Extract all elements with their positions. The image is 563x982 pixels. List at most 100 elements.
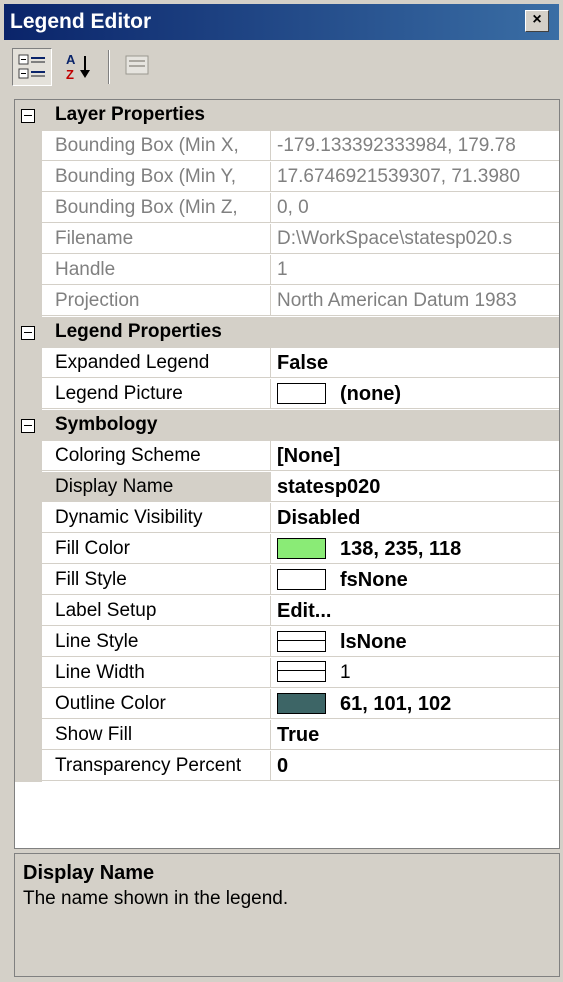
property-value[interactable]: True xyxy=(271,720,559,750)
property-value[interactable]: 0 xyxy=(271,751,559,781)
property-name[interactable]: Label Setup xyxy=(42,596,271,626)
property-row-display-name[interactable]: Display Name statesp020 xyxy=(15,472,559,503)
property-name[interactable]: Filename xyxy=(42,224,271,254)
property-name[interactable]: Bounding Box (Min X, xyxy=(42,131,271,161)
grid-empty-area xyxy=(15,782,559,804)
property-pages-icon xyxy=(125,55,149,75)
property-row-legend-picture[interactable]: Legend Picture (none) xyxy=(15,379,559,410)
property-row-expanded-legend[interactable]: Expanded Legend False xyxy=(15,348,559,379)
property-name[interactable]: Outline Color xyxy=(42,689,271,719)
property-value[interactable]: 0, 0 xyxy=(271,193,559,223)
property-name[interactable]: Projection xyxy=(42,286,271,316)
property-row-coloring-scheme[interactable]: Coloring Scheme [None] xyxy=(15,441,559,472)
property-name[interactable]: Coloring Scheme xyxy=(42,441,271,471)
property-name[interactable]: Show Fill xyxy=(42,720,271,750)
property-value[interactable]: statesp020 xyxy=(271,472,559,502)
row-gutter xyxy=(15,689,42,720)
property-name[interactable]: Fill Color xyxy=(42,534,271,564)
property-name[interactable]: Line Style xyxy=(42,627,271,657)
property-name[interactable]: Bounding Box (Min Z, xyxy=(42,193,271,223)
property-value[interactable]: 61, 101, 102 xyxy=(271,689,559,719)
collapse-icon[interactable] xyxy=(21,109,35,123)
property-name[interactable]: Handle xyxy=(42,255,271,285)
property-row-projection[interactable]: Projection North American Datum 1983 xyxy=(15,286,559,317)
property-value-text: (none) xyxy=(340,383,402,405)
property-name[interactable]: Legend Picture xyxy=(42,379,271,409)
categorized-view-button[interactable] xyxy=(12,48,52,86)
property-value[interactable]: [None] xyxy=(271,441,559,471)
property-value[interactable]: Edit... xyxy=(271,596,559,626)
property-value-text: True xyxy=(277,724,320,746)
property-name[interactable]: Display Name xyxy=(42,472,271,502)
row-gutter xyxy=(15,162,42,193)
collapse-icon[interactable] xyxy=(21,419,35,433)
property-row-line-width[interactable]: Line Width 1 xyxy=(15,658,559,689)
row-gutter xyxy=(15,224,42,255)
property-value-text: lsNone xyxy=(340,631,407,653)
property-value[interactable]: -179.133392333984, 179.78 xyxy=(271,131,559,161)
row-gutter xyxy=(15,658,42,689)
row-gutter xyxy=(15,286,42,317)
close-button[interactable]: × xyxy=(525,10,549,32)
property-name[interactable]: Line Width xyxy=(42,658,271,688)
svg-text:A: A xyxy=(66,52,76,67)
property-name[interactable]: Transparency Percent xyxy=(42,751,271,781)
property-value[interactable]: lsNone xyxy=(271,627,559,657)
property-value-text: 0, 0 xyxy=(277,197,309,218)
property-row-fill-color[interactable]: Fill Color 138, 235, 118 xyxy=(15,534,559,565)
collapse-icon[interactable] xyxy=(21,326,35,340)
sort-az-icon: A Z xyxy=(66,52,90,82)
property-value[interactable]: Disabled xyxy=(271,503,559,533)
property-row-show-fill[interactable]: Show Fill True xyxy=(15,720,559,751)
property-value[interactable]: 1 xyxy=(271,255,559,285)
property-value-text: fsNone xyxy=(340,569,408,591)
property-row-line-style[interactable]: Line Style lsNone xyxy=(15,627,559,658)
property-row-fill-style[interactable]: Fill Style fsNone xyxy=(15,565,559,596)
property-name[interactable]: Dynamic Visibility xyxy=(42,503,271,533)
category-label: Legend Properties xyxy=(55,321,222,342)
property-row-filename[interactable]: Filename D:\WorkSpace\statesp020.s xyxy=(15,224,559,255)
description-text: The name shown in the legend. xyxy=(23,888,289,909)
category-legend-properties[interactable]: Legend Properties xyxy=(15,317,559,348)
property-row-bounding-box-min-x[interactable]: Bounding Box (Min X, -179.133392333984, 1… xyxy=(15,131,559,162)
property-row-transparency-percent[interactable]: Transparency Percent 0 xyxy=(15,751,559,782)
property-value[interactable]: North American Datum 1983 xyxy=(271,286,559,316)
row-gutter xyxy=(15,503,42,534)
description-pane: Display Name The name shown in the legen… xyxy=(14,853,560,977)
row-gutter xyxy=(15,348,42,379)
property-value[interactable]: False xyxy=(271,348,559,378)
title-bar[interactable]: Legend Editor × xyxy=(4,4,559,40)
row-gutter xyxy=(15,131,42,162)
property-name[interactable]: Expanded Legend xyxy=(42,348,271,378)
property-value-text: False xyxy=(277,352,329,374)
row-gutter xyxy=(15,751,42,782)
property-name[interactable]: Bounding Box (Min Y, xyxy=(42,162,271,192)
property-value[interactable]: fsNone xyxy=(271,565,559,595)
property-row-dynamic-visibility[interactable]: Dynamic Visibility Disabled xyxy=(15,503,559,534)
property-row-bounding-box-min-y[interactable]: Bounding Box (Min Y, 17.6746921539307, 71… xyxy=(15,162,559,193)
property-value[interactable]: D:\WorkSpace\statesp020.s xyxy=(271,224,559,254)
property-pages-button[interactable] xyxy=(118,48,158,86)
property-value-text: 1 xyxy=(277,259,288,280)
row-gutter xyxy=(15,441,42,472)
row-gutter xyxy=(15,379,42,410)
category-layer-properties[interactable]: Layer Properties xyxy=(15,100,559,131)
property-value-text: 138, 235, 118 xyxy=(340,538,462,560)
property-row-bounding-box-min-z[interactable]: Bounding Box (Min Z, 0, 0 xyxy=(15,193,559,224)
property-value[interactable]: (none) xyxy=(271,379,559,409)
property-row-handle[interactable]: Handle 1 xyxy=(15,255,559,286)
property-row-label-setup[interactable]: Label Setup Edit... xyxy=(15,596,559,627)
property-name[interactable]: Fill Style xyxy=(42,565,271,595)
category-label: Symbology xyxy=(55,414,158,435)
property-value[interactable]: 17.6746921539307, 71.3980 xyxy=(271,162,559,192)
row-gutter xyxy=(15,596,42,627)
legend-editor-window: Legend Editor × A Z Layer Properties Bou… xyxy=(0,0,563,982)
property-value-text: D:\WorkSpace\statesp020.s xyxy=(277,228,513,249)
property-grid[interactable]: Layer Properties Bounding Box (Min X, -179… xyxy=(14,99,560,849)
property-value[interactable]: 1 xyxy=(271,658,559,688)
alphabetical-sort-button[interactable]: A Z xyxy=(60,48,100,86)
property-value-text: [None] xyxy=(277,445,341,467)
property-row-outline-color[interactable]: Outline Color 61, 101, 102 xyxy=(15,689,559,720)
category-symbology[interactable]: Symbology xyxy=(15,410,559,441)
property-value[interactable]: 138, 235, 118 xyxy=(271,534,559,564)
